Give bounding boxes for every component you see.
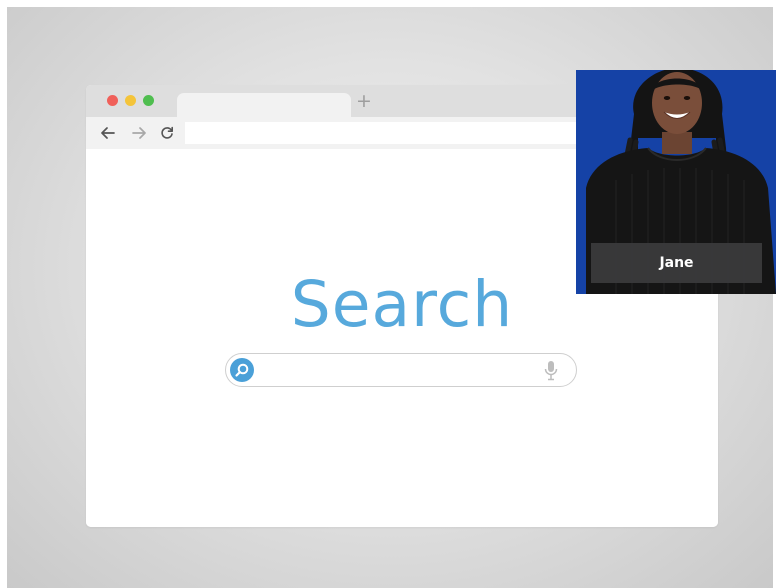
minimize-window-button[interactable] <box>125 95 136 106</box>
reload-icon <box>161 126 173 139</box>
close-window-button[interactable] <box>107 95 118 106</box>
new-tab-button[interactable]: + <box>356 91 372 111</box>
browser-tab[interactable] <box>177 93 351 117</box>
presenter-video: Jane <box>576 70 776 294</box>
back-button[interactable] <box>99 124 117 142</box>
arrow-left-icon <box>101 127 115 139</box>
presenter-name-label: Jane <box>591 243 762 283</box>
search-icon[interactable] <box>230 358 254 382</box>
search-input[interactable] <box>262 358 532 382</box>
arrow-right-icon <box>132 127 146 139</box>
reload-button[interactable] <box>158 124 176 142</box>
microphone-icon[interactable] <box>543 360 559 382</box>
search-box[interactable] <box>225 353 577 387</box>
forward-button[interactable] <box>130 124 148 142</box>
maximize-window-button[interactable] <box>143 95 154 106</box>
slide-background: + Search Jane <box>7 7 776 588</box>
